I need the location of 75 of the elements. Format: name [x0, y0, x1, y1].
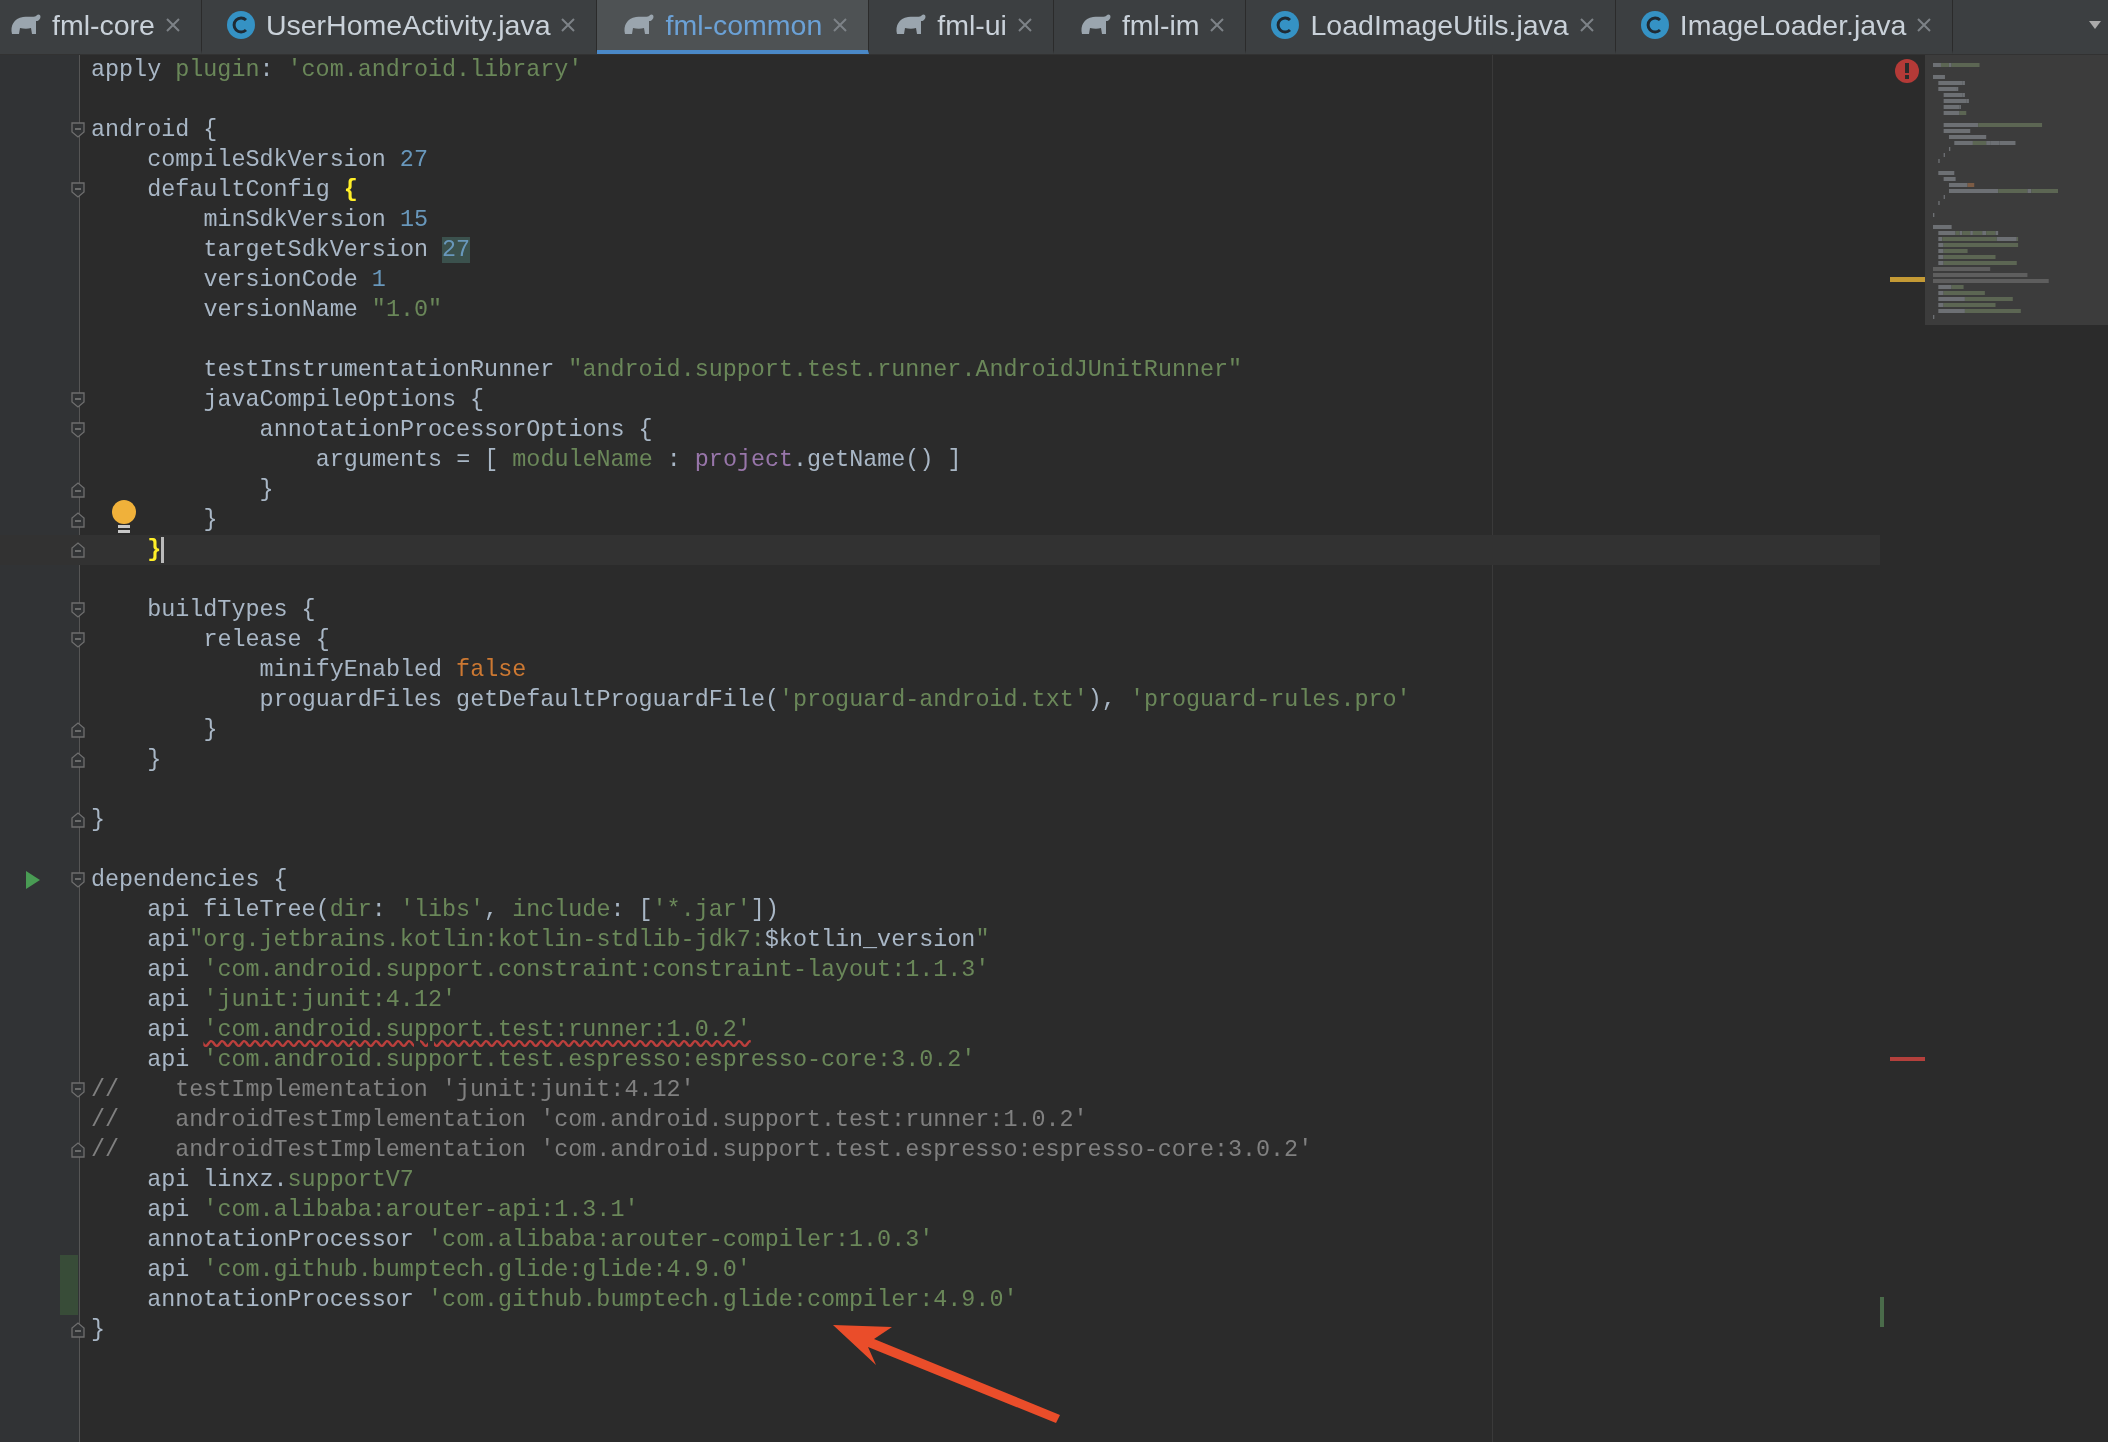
fold-icon[interactable] [71, 1322, 85, 1338]
close-icon[interactable] [164, 17, 181, 33]
text-caret [161, 536, 165, 563]
code-line: api 'junit:junit:4.12' [147, 986, 456, 1015]
code-line: arguments = [ moduleName : project.getName() ] [315, 446, 962, 475]
fold-icon[interactable] [71, 722, 85, 738]
close-icon[interactable] [560, 17, 577, 33]
code-line: api"org.jetbrains.kotlin:kotlin-stdlib-jdk7:$kotlin_version" [147, 926, 990, 955]
code-line: android { [91, 116, 218, 145]
code-line: annotationProcessor 'com.github.bumptech.glide:compiler:4.9.0' [147, 1286, 1018, 1315]
code-line: annotationProcessor 'com.alibaba:arouter-compiler:1.0.3' [147, 1226, 934, 1255]
class-icon [1270, 10, 1301, 40]
fold-icon[interactable] [71, 872, 85, 888]
warning-marker[interactable] [1890, 277, 1925, 282]
code-line: } [91, 806, 106, 835]
code-line: api 'com.android.support.test:runner:1.0.2' [147, 1016, 751, 1045]
code-line: api 'com.github.bumptech.glide:glide:4.9.0' [147, 1256, 751, 1285]
fold-icon[interactable] [71, 482, 85, 498]
error-icon [1894, 58, 1920, 84]
caret-icon[interactable] [2088, 20, 2102, 30]
fold-icon[interactable] [71, 392, 85, 408]
code-line: api 'com.android.support.constraint:constraint-layout:1.1.3' [147, 956, 990, 985]
code-line: // androidTestImplementation 'com.android.support.test:runner:1.0.2' [91, 1106, 1088, 1135]
close-icon[interactable] [1578, 17, 1595, 33]
code-line: // testImplementation 'junit:junit:4.12' [91, 1076, 695, 1105]
code-line: } [147, 746, 162, 775]
fold-icon[interactable] [71, 1142, 85, 1158]
code-line: dependencies { [91, 866, 288, 895]
code-line: // androidTestImplementation 'com.android.support.test.espresso:espresso-core:3.0.2' [91, 1136, 1313, 1165]
fold-icon[interactable] [71, 122, 85, 138]
close-icon[interactable] [832, 17, 849, 33]
code-line: targetSdkVersion 27 [203, 236, 471, 265]
code-line: minifyEnabled false [259, 656, 527, 685]
code-line: apply plugin: 'com.android.library' [91, 56, 583, 85]
change-marker [60, 1255, 78, 1285]
code-line: javaCompileOptions { [203, 386, 485, 415]
code-line: annotationProcessorOptions { [259, 416, 653, 445]
fold-icon[interactable] [71, 422, 85, 438]
code-line: buildTypes { [147, 596, 316, 625]
lightbulb-icon[interactable] [110, 499, 138, 535]
run-icon[interactable] [25, 870, 41, 890]
code-line: } [203, 506, 218, 535]
code-line: proguardFiles getDefaultProguardFile('proguard-android.txt'), 'proguard-rules.pro' [259, 686, 1411, 715]
change-marker [60, 1285, 78, 1315]
code-line: api 'com.alibaba:arouter-api:1.3.1' [147, 1196, 639, 1225]
code-line: api linxz.supportV7 [147, 1166, 414, 1195]
fold-icon[interactable] [71, 1082, 85, 1098]
close-icon[interactable] [1016, 17, 1033, 33]
fold-icon[interactable] [71, 602, 85, 618]
close-icon[interactable] [1916, 17, 1933, 33]
code-line: api fileTree(dir: 'libs', include: ['*.jar']) [147, 896, 779, 925]
minimap-drawing[interactable] [1925, 55, 2108, 325]
code-line: } [91, 1316, 106, 1345]
code-line: } [203, 716, 218, 745]
close-icon[interactable] [1209, 17, 1226, 33]
error-marker[interactable] [1890, 1057, 1925, 1061]
class-icon [225, 10, 256, 40]
code-line: api 'com.android.support.test.espresso:espresso-core:3.0.2' [147, 1046, 976, 1075]
fold-icon[interactable] [71, 752, 85, 768]
code-line: } [147, 535, 165, 565]
code-line: versionName "1.0" [203, 296, 443, 325]
code-line: compileSdkVersion 27 [147, 146, 428, 175]
fold-icon[interactable] [71, 182, 85, 198]
code-line: testInstrumentationRunner "android.support.test.runner.AndroidJUnitRunner" [203, 356, 1243, 385]
code-line: versionCode 1 [203, 266, 386, 295]
class-icon [1639, 10, 1670, 40]
fold-icon[interactable] [71, 512, 85, 528]
fold-icon[interactable] [71, 542, 85, 558]
code-line: } [259, 476, 274, 505]
code-line: defaultConfig { [147, 176, 358, 205]
code-line: minSdkVersion 15 [203, 206, 428, 235]
fold-icon[interactable] [71, 632, 85, 648]
code-line: release { [203, 626, 330, 655]
change-marker[interactable] [1880, 1297, 1884, 1327]
fold-icon[interactable] [71, 812, 85, 828]
